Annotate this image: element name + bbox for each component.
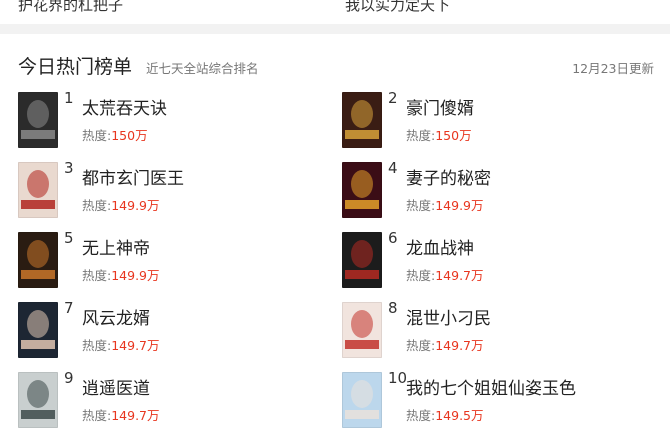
heat-info: 热度:150万 — [82, 125, 148, 144]
rank-number: 1 — [64, 89, 74, 107]
prev-book-title-right[interactable]: 我以实力定天下 — [345, 0, 450, 15]
heat-label: 热度: — [82, 338, 112, 353]
ranking-item[interactable]: 1 太荒吞天诀热度:150万 — [18, 89, 338, 152]
book-cover[interactable] — [18, 302, 58, 358]
book-title[interactable]: 太荒吞天诀 — [82, 94, 167, 119]
heat-label: 热度: — [82, 128, 112, 143]
heat-label: 热度: — [406, 128, 436, 143]
section-subtitle: 近七天全站综合排名 — [146, 61, 259, 76]
book-cover[interactable] — [342, 162, 382, 218]
rank-number: 6 — [388, 229, 398, 247]
book-cover[interactable] — [18, 372, 58, 428]
rank-number: 9 — [64, 369, 74, 387]
ranking-header: 今日热门榜单 近七天全站综合排名 12月23日更新 — [0, 34, 670, 86]
rank-number: 8 — [388, 299, 398, 317]
previous-row: 护花界的杠把子 我以实力定天下 — [0, 0, 670, 22]
book-cover[interactable] — [342, 302, 382, 358]
heat-value: 149.7万 — [111, 408, 160, 423]
ranking-item[interactable]: 3 都市玄门医王热度:149.9万 — [18, 159, 338, 222]
heat-value: 149.5万 — [435, 408, 484, 423]
book-title[interactable]: 混世小刁民 — [406, 304, 491, 329]
heat-info: 热度:149.7万 — [406, 335, 484, 354]
ranking-item[interactable]: 7 风云龙婿热度:149.7万 — [18, 299, 338, 362]
update-date: 12月23日更新 — [572, 61, 654, 76]
heat-value: 150万 — [435, 128, 472, 143]
heat-info: 热度:149.9万 — [406, 195, 484, 214]
book-title[interactable]: 无上神帝 — [82, 234, 150, 259]
ranking-item[interactable]: 4 妻子的秘密热度:149.9万 — [342, 159, 662, 222]
heat-label: 热度: — [82, 268, 112, 283]
book-title[interactable]: 龙血战神 — [406, 234, 474, 259]
heat-info: 热度:149.9万 — [82, 195, 160, 214]
heat-info: 热度:150万 — [406, 125, 472, 144]
heat-label: 热度: — [82, 198, 112, 213]
ranking-item[interactable]: 6 龙血战神热度:149.7万 — [342, 229, 662, 292]
book-cover[interactable] — [342, 372, 382, 428]
heat-value: 149.9万 — [435, 198, 484, 213]
ranking-item[interactable]: 8 混世小刁民热度:149.7万 — [342, 299, 662, 362]
rank-number: 7 — [64, 299, 74, 317]
ranking-item[interactable]: 5 无上神帝热度:149.9万 — [18, 229, 338, 292]
rank-number: 3 — [64, 159, 74, 177]
heat-value: 149.7万 — [435, 338, 484, 353]
ranking-item[interactable]: 10 我的七个姐姐仙姿玉色热度:149.5万 — [342, 369, 662, 432]
heat-value: 150万 — [111, 128, 148, 143]
prev-book-title-left[interactable]: 护花界的杠把子 — [18, 0, 123, 15]
heat-label: 热度: — [406, 338, 436, 353]
heat-value: 149.9万 — [111, 198, 160, 213]
book-title[interactable]: 风云龙婿 — [82, 304, 150, 329]
rank-number: 2 — [388, 89, 398, 107]
heat-label: 热度: — [82, 408, 112, 423]
section-title: 今日热门榜单 — [18, 56, 133, 78]
book-cover[interactable] — [18, 232, 58, 288]
heat-value: 149.7万 — [111, 338, 160, 353]
ranking-item[interactable]: 2 豪门傻婿热度:150万 — [342, 89, 662, 152]
heat-info: 热度:149.7万 — [406, 265, 484, 284]
rank-number: 4 — [388, 159, 398, 177]
ranking-item[interactable]: 9 逍遥医道热度:149.7万 — [18, 369, 338, 432]
book-title[interactable]: 都市玄门医王 — [82, 164, 184, 189]
book-cover[interactable] — [18, 92, 58, 148]
book-title[interactable]: 豪门傻婿 — [406, 94, 474, 119]
book-title[interactable]: 逍遥医道 — [82, 374, 150, 399]
book-cover[interactable] — [342, 92, 382, 148]
book-title[interactable]: 我的七个姐姐仙姿玉色 — [406, 374, 576, 399]
heat-value: 149.9万 — [111, 268, 160, 283]
heat-label: 热度: — [406, 268, 436, 283]
heat-label: 热度: — [406, 408, 436, 423]
heat-value: 149.7万 — [435, 268, 484, 283]
book-title[interactable]: 妻子的秘密 — [406, 164, 491, 189]
book-cover[interactable] — [18, 162, 58, 218]
heat-info: 热度:149.7万 — [82, 335, 160, 354]
heat-label: 热度: — [406, 198, 436, 213]
rank-number: 5 — [64, 229, 74, 247]
rank-number: 10 — [388, 369, 408, 387]
book-cover[interactable] — [342, 232, 382, 288]
heat-info: 热度:149.9万 — [82, 265, 160, 284]
section-divider — [0, 24, 670, 34]
